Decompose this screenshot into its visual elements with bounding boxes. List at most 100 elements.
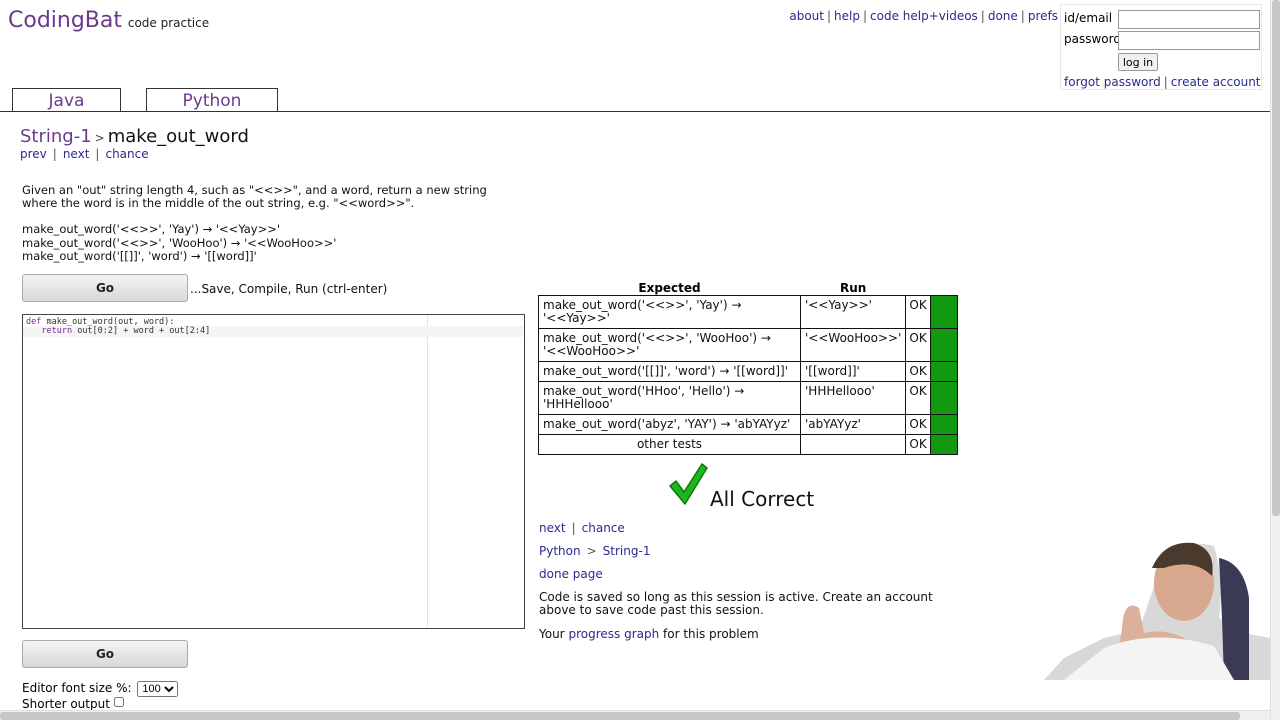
create-account-link[interactable]: create account	[1171, 75, 1261, 89]
brand-name[interactable]: CodingBat	[8, 8, 122, 33]
run-cell: 'HHHellooo'	[799, 381, 907, 415]
prev-link[interactable]: prev	[20, 147, 47, 161]
editor-print-margin	[427, 315, 428, 628]
login-button[interactable]: log in	[1118, 53, 1158, 71]
result-chance-link[interactable]: chance	[582, 521, 625, 535]
nav-done[interactable]: done	[988, 9, 1018, 23]
checkmark-icon	[668, 462, 708, 509]
password-input[interactable]	[1118, 31, 1260, 50]
progress-graph-link[interactable]: progress graph	[568, 627, 659, 641]
pass-indicator	[929, 414, 958, 435]
font-size-label: Editor font size %:	[22, 681, 132, 695]
expected-cell: make_out_word('<<>>', 'WooHoo') → '<<Woo…	[538, 328, 801, 362]
tab-python[interactable]: Python	[146, 88, 278, 112]
header-status	[906, 281, 930, 296]
pass-indicator	[929, 328, 958, 362]
example-line: make_out_word('<<>>', 'Yay') → '<<Yay>>'	[22, 222, 281, 236]
password-label: password	[1064, 32, 1121, 46]
path-python-link[interactable]: Python	[539, 544, 581, 558]
tab-java[interactable]: Java	[12, 88, 121, 111]
chance-link[interactable]: chance	[105, 147, 148, 161]
shorter-output-checkbox[interactable]	[113, 697, 124, 707]
other-tests-cell: other tests	[538, 434, 801, 455]
go-button[interactable]: Go	[22, 274, 188, 302]
nav-separator: |	[826, 9, 832, 23]
code-line-active[interactable]: return out[0:2] + word + out[2:4]	[23, 326, 524, 337]
nav-separator: |	[862, 9, 868, 23]
header-run: Run	[840, 281, 867, 295]
code-keyword: return	[41, 326, 73, 336]
vertical-scroll-thumb[interactable]	[1272, 0, 1280, 516]
vertical-scrollbar[interactable]	[1270, 0, 1280, 720]
run-cell: '<<Yay>>'	[799, 295, 907, 329]
problem-description: Given an "out" string length 4, such as …	[22, 183, 487, 210]
tab-divider	[0, 111, 1270, 112]
brand-subtitle: code practice	[127, 16, 210, 30]
all-correct-banner: All Correct	[668, 462, 815, 511]
path-string1-link[interactable]: String-1	[603, 544, 651, 558]
nav-separator: |	[52, 147, 57, 161]
code-text: out[0:2] + word + out[2:4]	[72, 326, 211, 336]
id-email-label: id/email	[1064, 11, 1113, 25]
result-nav: next | chance	[539, 521, 625, 535]
table-row: other tests OK	[538, 434, 958, 455]
nav-separator: |	[1020, 9, 1025, 23]
all-correct-text: All Correct	[710, 486, 815, 511]
results-table: Expected Run make_out_word('<<>>', 'Yay'…	[538, 281, 958, 455]
table-row: make_out_word('HHoo', 'Hello') → 'HHHell…	[538, 381, 958, 415]
horizontal-scroll-thumb[interactable]	[0, 712, 1240, 720]
run-cell: '[[word]]'	[799, 361, 907, 382]
go-note: ...Save, Compile, Run (ctrl-enter)	[190, 282, 388, 296]
header-expected: Expected	[638, 281, 701, 295]
header-indicator	[930, 281, 957, 296]
done-page-link[interactable]: done page	[539, 567, 603, 581]
status-cell: OK	[905, 361, 931, 382]
horizontal-scrollbar[interactable]	[0, 710, 1270, 720]
id-email-input[interactable]	[1118, 10, 1260, 29]
run-cell: '<<WooHoo>>'	[799, 328, 907, 362]
nav-separator: |	[980, 9, 985, 23]
run-cell: 'abYAYyz'	[799, 414, 907, 435]
pass-indicator	[929, 295, 958, 329]
progress-prefix: Your	[539, 627, 565, 641]
forgot-password-link[interactable]: forgot password	[1064, 75, 1161, 89]
status-cell: OK	[905, 414, 931, 435]
webcam-overlay	[1044, 538, 1270, 680]
status-cell: OK	[905, 434, 931, 455]
table-row: make_out_word('[[]]', 'word') → '[[word]…	[538, 361, 958, 382]
nav-separator: |	[95, 147, 100, 161]
example-line: make_out_word('[[]]', 'word') → '[[word]…	[22, 249, 257, 263]
go-button-bottom[interactable]: Go	[22, 640, 188, 668]
save-note: Code is saved so long as this session is…	[539, 590, 933, 617]
breadcrumb: String-1 > make_out_word	[20, 126, 249, 147]
font-size-select[interactable]: 100	[137, 681, 179, 697]
table-row: make_out_word('<<>>', 'WooHoo') → '<<Woo…	[538, 328, 958, 362]
nav-prefs[interactable]: prefs	[1028, 9, 1058, 23]
account-links: forgot password | create account	[1064, 75, 1261, 89]
nav-help[interactable]: help	[834, 9, 860, 23]
progress-suffix: for this problem	[663, 627, 759, 641]
brand[interactable]: CodingBat code practice	[8, 8, 209, 33]
status-cell: OK	[905, 328, 931, 362]
login-box: id/email password log in forgot password…	[1060, 4, 1262, 90]
editor-font-size: Editor font size %: 100	[22, 681, 179, 697]
code-editor[interactable]: def make_out_word(out, word): return out…	[22, 314, 525, 629]
breadcrumb-category[interactable]: String-1	[20, 126, 92, 147]
pass-indicator	[929, 361, 958, 382]
breadcrumb-separator: >	[94, 131, 105, 145]
nav-code-help-videos[interactable]: code help+videos	[870, 9, 978, 23]
expected-cell: make_out_word('[[]]', 'word') → '[[word]…	[538, 361, 801, 382]
expected-cell: make_out_word('abyz', 'YAY') → 'abYAYyz'	[538, 414, 801, 435]
problem-nav: prev | next | chance	[20, 147, 149, 161]
next-link[interactable]: next	[63, 147, 90, 161]
top-nav: about | help | code help+videos | done | prefs	[789, 9, 1058, 23]
path-separator: >	[586, 544, 597, 558]
pass-indicator	[929, 381, 958, 415]
expected-cell: make_out_word('<<>>', 'Yay') → '<<Yay>>'	[538, 295, 801, 329]
result-next-link[interactable]: next	[539, 521, 566, 535]
expected-cell: make_out_word('HHoo', 'Hello') → 'HHHell…	[538, 381, 801, 415]
run-cell	[799, 434, 907, 455]
progress-row: Your progress graph for this problem	[539, 627, 759, 641]
nav-about[interactable]: about	[789, 9, 824, 23]
page-title: make_out_word	[107, 126, 249, 147]
